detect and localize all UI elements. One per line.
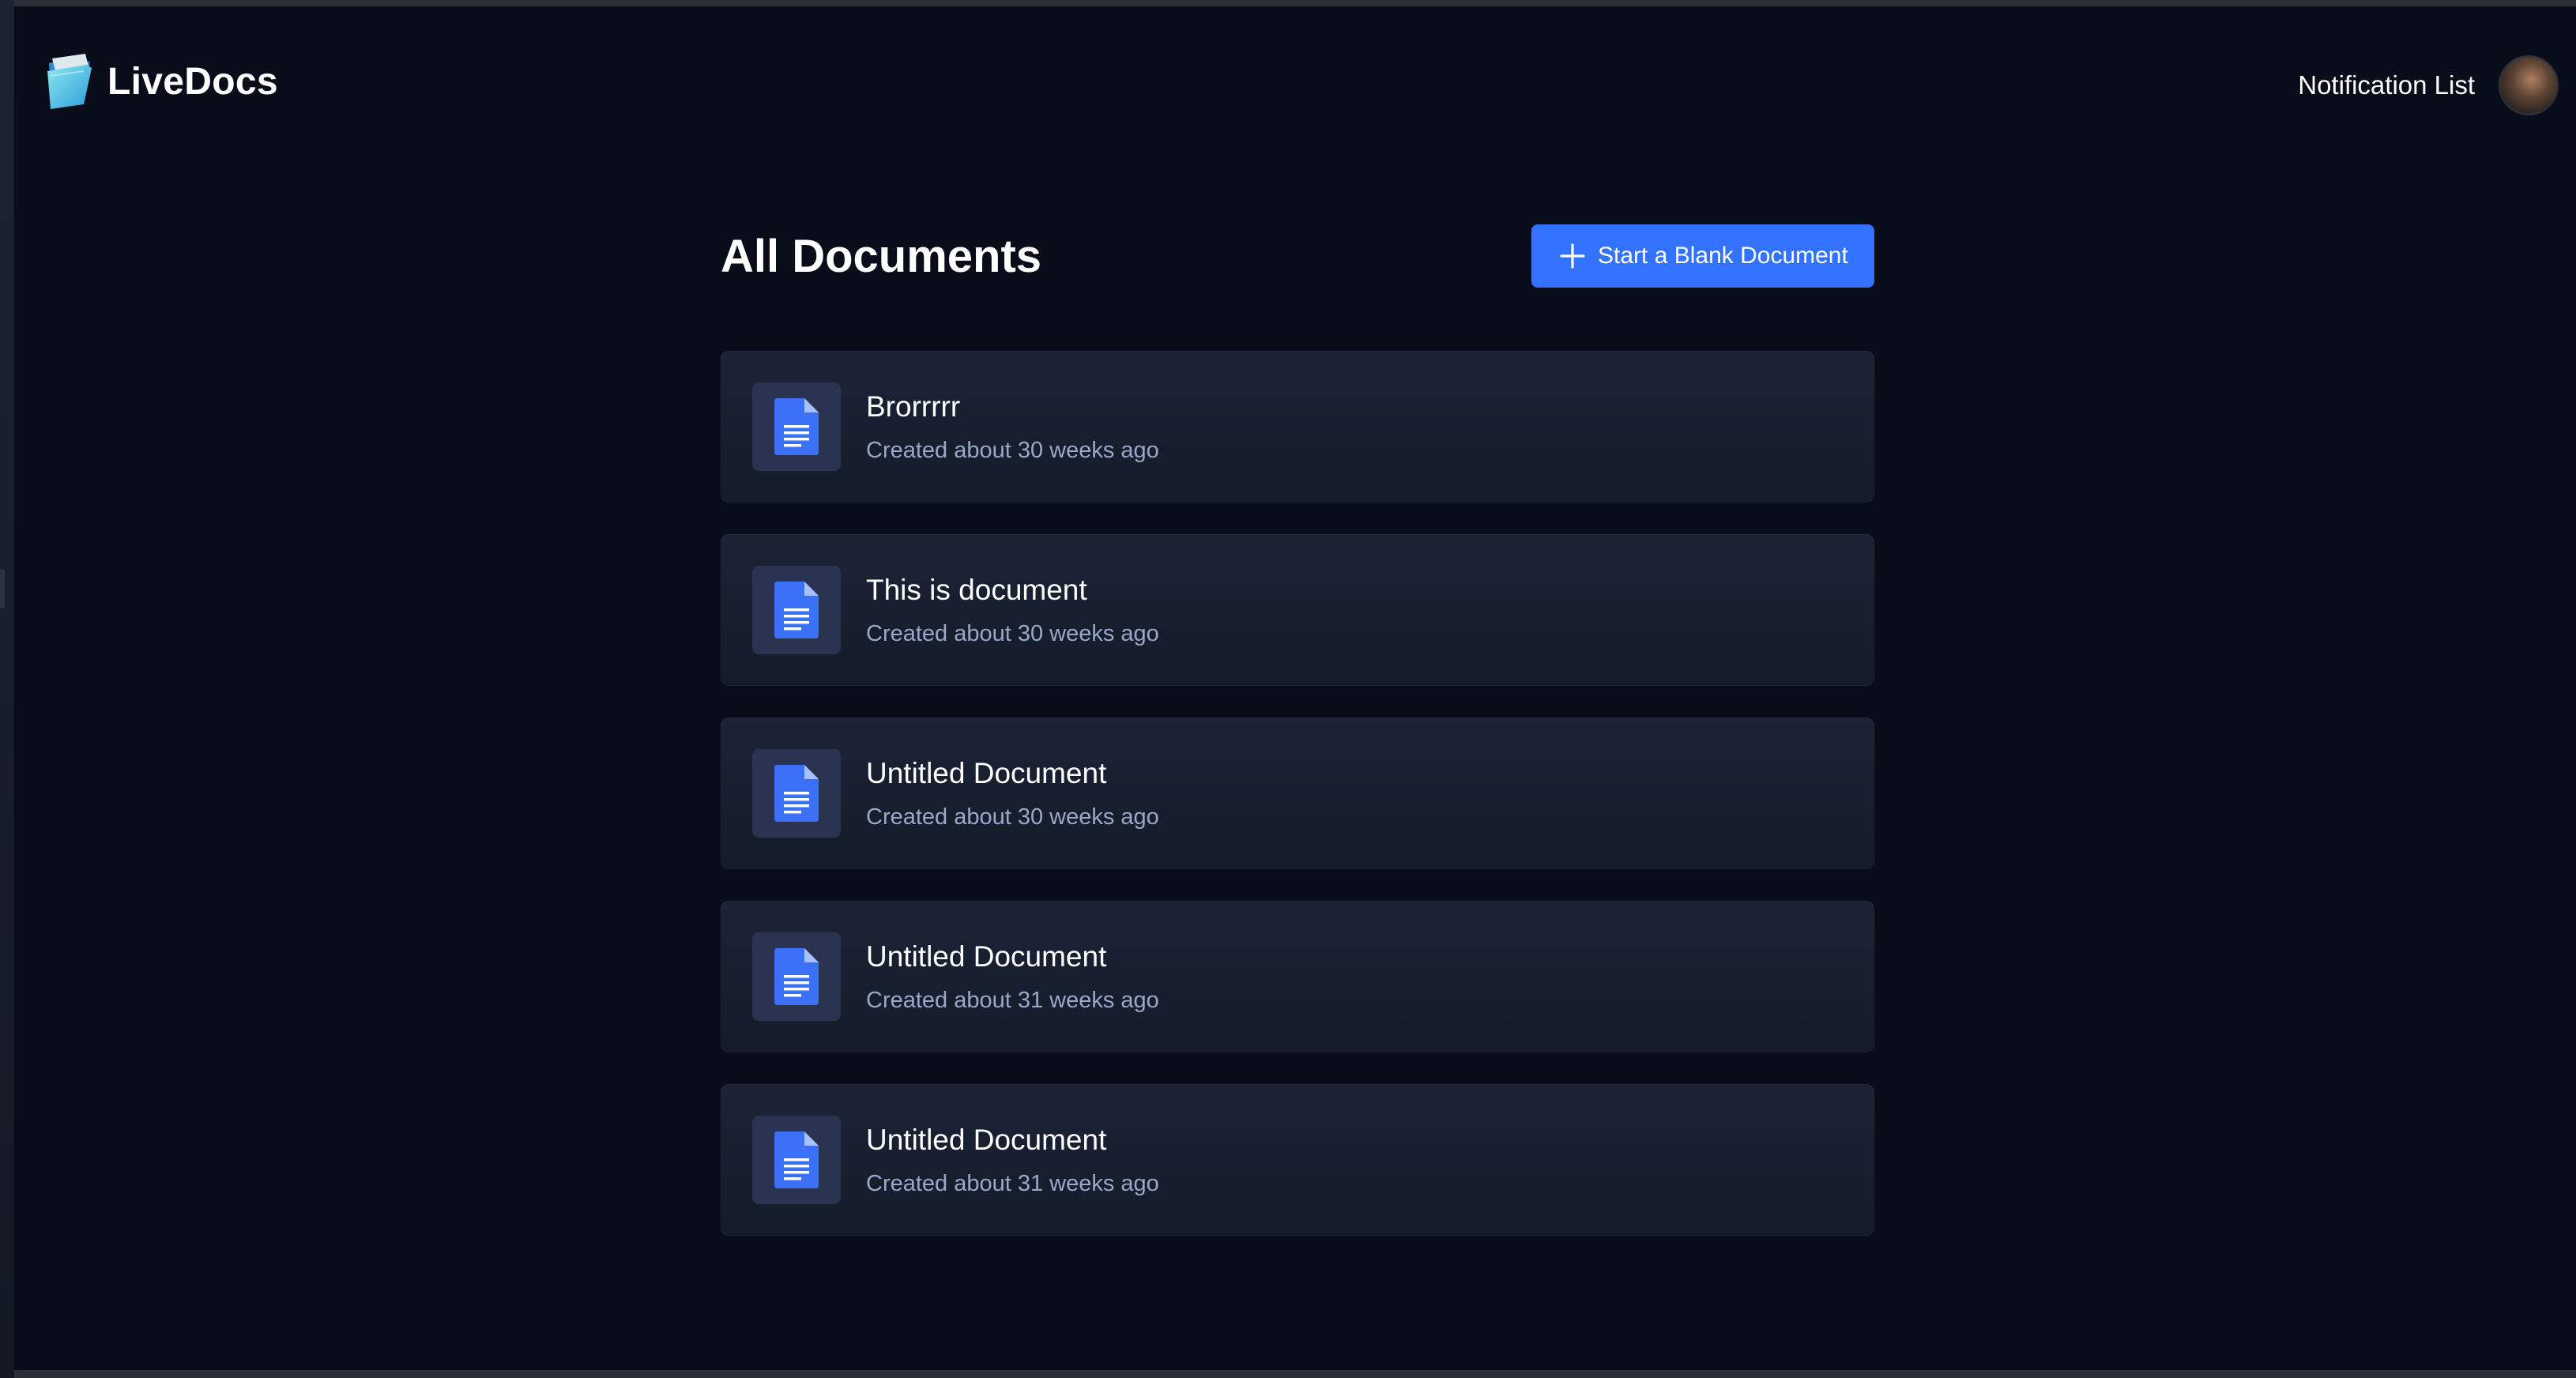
document-icon <box>774 398 819 455</box>
document-list: Brorrrrr Created about 30 weeks ago This… <box>721 351 1874 1267</box>
document-info: Brorrrrr Created about 30 weeks ago <box>866 390 1159 464</box>
document-thumbnail <box>752 932 841 1021</box>
app-logo[interactable]: LiveDocs <box>44 52 278 111</box>
app-window: LiveDocs Notification List All Documents… <box>14 6 2576 1370</box>
document-created-date: Created about 31 weeks ago <box>866 987 1159 1013</box>
top-header: LiveDocs Notification List <box>14 6 2576 149</box>
document-title: Brorrrrr <box>866 390 961 423</box>
document-created-date: Created about 30 weeks ago <box>866 620 1159 646</box>
document-card[interactable]: Untitled Document Created about 30 weeks… <box>721 717 1874 869</box>
document-thumbnail <box>752 382 841 471</box>
document-icon <box>774 765 819 822</box>
page-title: All Documents <box>721 230 1042 282</box>
folder-logo-icon <box>47 54 92 109</box>
side-handle[interactable] <box>0 569 5 608</box>
document-created-date: Created about 30 weeks ago <box>866 437 1159 463</box>
documents-section: All Documents Start a Blank Document Bro… <box>721 224 1874 1236</box>
document-card[interactable]: This is document Created about 30 weeks … <box>721 534 1874 686</box>
app-name: LiveDocs <box>107 60 278 103</box>
document-card[interactable]: Untitled Document Created about 31 weeks… <box>721 1084 1874 1236</box>
document-info: Untitled Document Created about 30 weeks… <box>866 757 1159 830</box>
document-card[interactable]: Brorrrrr Created about 30 weeks ago <box>721 351 1874 503</box>
document-thumbnail <box>752 1116 841 1204</box>
document-icon <box>774 1131 819 1188</box>
document-icon <box>774 948 819 1005</box>
document-title: Untitled Document <box>866 756 1107 789</box>
document-title: Untitled Document <box>866 939 1107 973</box>
document-title: Untitled Document <box>866 1123 1107 1156</box>
start-blank-document-label: Start a Blank Document <box>1598 243 1848 269</box>
section-header: All Documents Start a Blank Document <box>721 224 1874 288</box>
document-info: This is document Created about 30 weeks … <box>866 574 1159 647</box>
start-blank-document-button[interactable]: Start a Blank Document <box>1531 224 1874 288</box>
document-info: Untitled Document Created about 31 weeks… <box>866 1124 1159 1197</box>
document-created-date: Created about 31 weeks ago <box>866 1170 1159 1196</box>
document-icon <box>774 582 819 638</box>
document-created-date: Created about 30 weeks ago <box>866 804 1159 830</box>
user-avatar[interactable] <box>2499 55 2559 115</box>
document-thumbnail <box>752 749 841 838</box>
document-title: This is document <box>866 573 1087 606</box>
document-thumbnail <box>752 566 841 654</box>
document-info: Untitled Document Created about 31 weeks… <box>866 940 1159 1014</box>
document-card[interactable]: Untitled Document Created about 31 weeks… <box>721 901 1874 1052</box>
window-edge <box>0 0 14 1378</box>
plus-icon <box>1560 243 1585 269</box>
notification-list-link[interactable]: Notification List <box>2298 70 2475 100</box>
header-actions: Notification List <box>2298 55 2559 115</box>
